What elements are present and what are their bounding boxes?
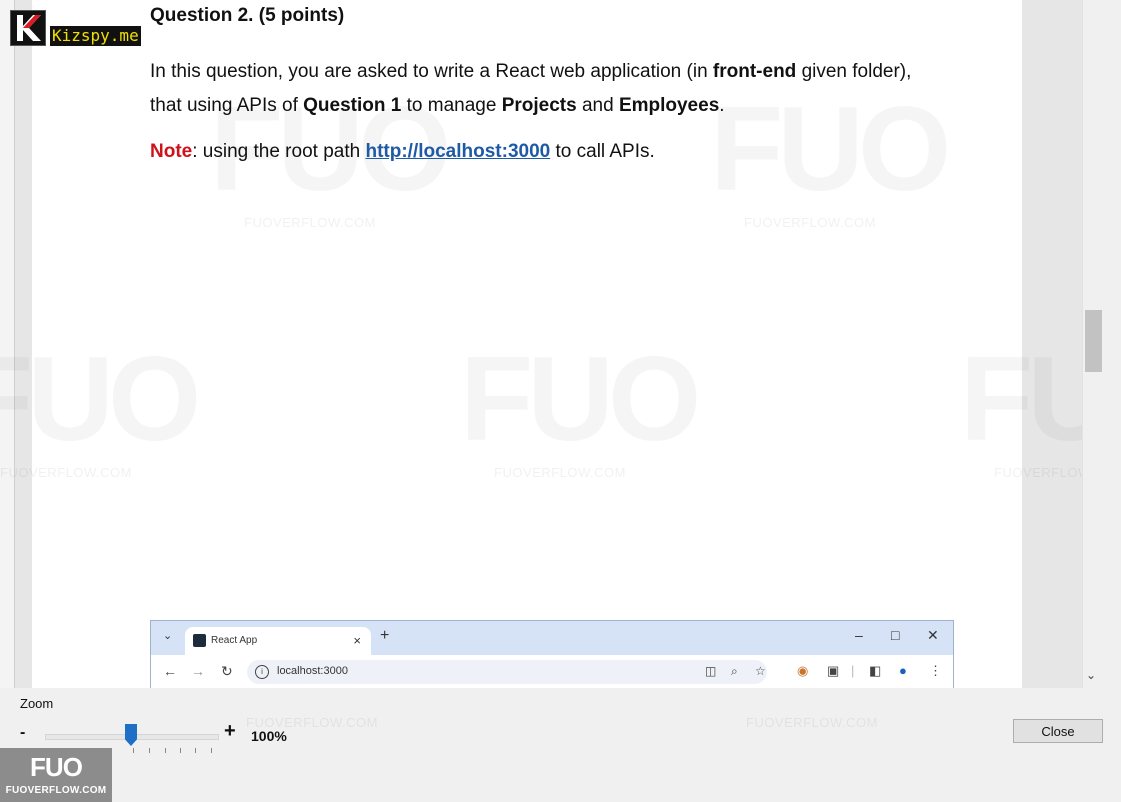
watermark-text: FUOVERFLOW.COM [0,465,132,480]
fuo-logo-text: FUO [30,752,83,782]
new-tab-icon: + [380,627,390,644]
tab-search-icon: ⌄ [163,630,173,642]
question-paragraph: In this question, you are asked to write… [150,55,911,123]
zoom-slider-thumb[interactable] [125,724,137,746]
left-gutter [0,0,15,688]
maximize-icon: □ [891,627,900,643]
side-panel-icon: ◧ [869,663,882,678]
para-text: to manage [401,95,502,116]
watermark-text: FUOVERFLOW.COM [744,215,876,230]
zoom-out-button[interactable]: - [20,724,25,742]
para-bold-projects: Projects [501,95,577,116]
forward-arrow-icon: → [191,663,205,679]
close-button[interactable]: Close [1013,719,1103,743]
watermark-text: FUOVERFLOW.COM [746,715,878,730]
extensions-puzzle-icon: ▣ [827,663,840,678]
slider-tick [149,748,150,753]
note-text: to call APIs. [550,141,655,162]
para-bold-frontend: front-end [712,61,797,82]
install-icon: ◫ [705,664,717,678]
extension-color-icon: ◉ [797,663,809,678]
note-url-link[interactable]: http://localhost:3000 [365,141,550,162]
minimize-icon: – [855,627,863,643]
para-bold-employees: Employees [618,95,720,116]
zoom-in-button[interactable]: + [224,720,236,743]
profile-avatar-icon: ● [899,663,907,678]
toolbar-divider: | [851,663,855,678]
note-line: Note: using the root path http://localho… [150,141,655,163]
back-arrow-icon: ← [163,663,177,679]
menu-kebab-icon: ⋮ [929,663,942,678]
document-page: FUO FUO FUO FUO FUO FUOVERFLOW.COM FUOVE… [0,0,1121,688]
kizspy-logo-icon [10,10,46,46]
zoom-icon: ⌕ [731,664,738,678]
slider-tick [180,748,181,753]
watermark-text: FUOVERFLOW.COM [494,465,626,480]
watermark-logo: FUO [460,330,701,468]
vertical-scrollbar[interactable]: ⌄ [1082,0,1104,688]
browser-tabstrip: ⌄ React App × + – □ ✕ [151,621,953,655]
bookmark-star-icon: ☆ [755,664,766,678]
slider-tick [211,748,212,753]
para-text: and [576,95,619,116]
scrollbar-thumb[interactable] [1085,310,1102,372]
info-icon: i [255,665,269,679]
browser-screenshot: ⌄ React App × + – □ ✕ ← → ↻ i localhost:… [150,620,954,688]
para-text: . [719,95,725,116]
tab-close-icon: × [353,633,361,648]
slider-tick [195,748,196,753]
reload-icon: ↻ [221,663,233,679]
para-text: In this question, you are asked to write… [150,61,713,82]
para-bold-question1: Question 1 [303,95,402,116]
slider-tick [133,748,134,753]
react-favicon-icon [193,634,206,647]
question-title: Question 2. (5 points) [150,5,345,26]
browser-toolbar: ← → ↻ i localhost:3000 ◫ ⌕ ☆ ◉ ▣ | ◧ ● ⋮ [151,655,953,688]
address-bar: i localhost:3000 ◫ ⌕ ☆ [247,660,767,684]
address-url: localhost:3000 [277,665,348,677]
scroll-down-icon[interactable]: ⌄ [1086,668,1096,682]
browser-tab: React App × [185,627,371,655]
document-viewer[interactable]: FUO FUO FUO FUO FUO FUOVERFLOW.COM FUOVE… [0,0,1121,688]
window-close-icon: ✕ [927,627,939,643]
right-gap [1103,0,1121,688]
para-text: given folder), [796,61,912,82]
kizspy-logo-text: Kizspy.me [50,26,141,46]
browser-tab-title: React App [211,635,258,646]
slider-tick [165,748,166,753]
zoom-label: Zoom [20,696,54,711]
para-text: that using APIs of [150,95,304,116]
fuo-site-text: FUOVERFLOW.COM [5,785,107,796]
watermark-text: FUOVERFLOW.COM [244,215,376,230]
note-label: Note [150,141,193,162]
fuoverflow-badge: FUO FUOVERFLOW.COM [0,748,112,802]
zoom-value: 100% [251,728,287,744]
note-text: : using the root path [192,141,366,162]
watermark-logo: FUO [0,330,201,468]
